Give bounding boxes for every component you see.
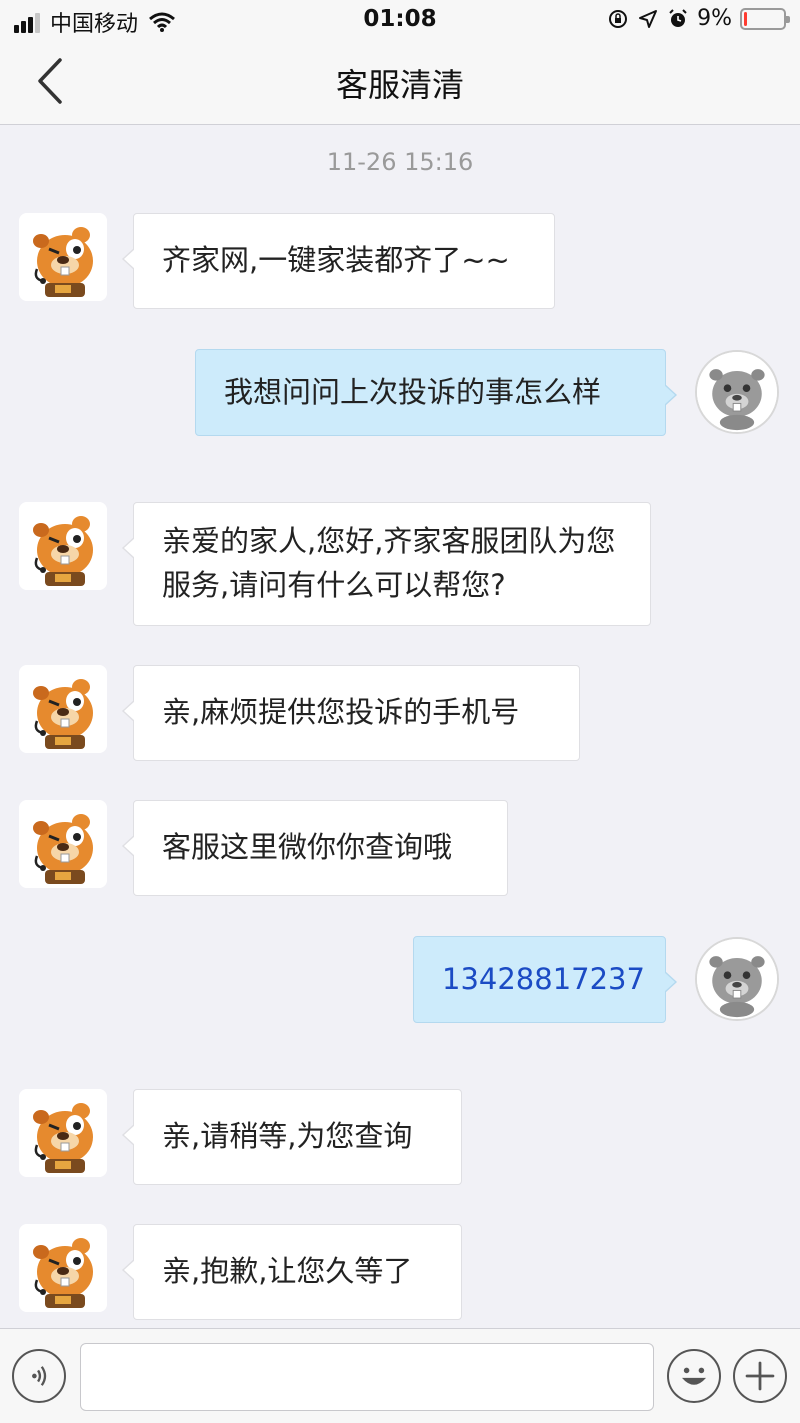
page-title: 客服清清 (335, 66, 464, 104)
status-bar: 中国移动 01:08 9% (0, 0, 800, 40)
beaver-mascot-icon (19, 502, 107, 590)
alarm-icon (669, 8, 687, 27)
input-bar (0, 1328, 800, 1423)
message-text: 亲,麻烦提供您投诉的手机号 (162, 695, 520, 729)
gray-beaver-icon (697, 352, 777, 432)
battery-percent: 9% (697, 6, 732, 31)
status-right: 9% (607, 6, 790, 31)
orientation-lock-icon (609, 9, 628, 28)
message-text: 我想问问上次投诉的事怎么样 (224, 375, 602, 409)
voice-button[interactable] (12, 1349, 66, 1403)
agent-avatar[interactable] (19, 502, 107, 590)
agent-avatar[interactable] (19, 665, 107, 753)
chat-timestamp: 11-26 15:16 (326, 148, 474, 176)
agent-avatar[interactable] (19, 1089, 107, 1177)
plus-button[interactable] (733, 1349, 787, 1403)
nav-bar: 客服清清 (0, 40, 800, 125)
emoji-button[interactable] (667, 1349, 721, 1403)
message-bubble-incoming[interactable]: 亲爱的家人,您好,齐家客服团队为您服务,请问有什么可以帮您? (122, 502, 651, 626)
message-bubble-incoming[interactable]: 亲,抱歉,让您久等了 (122, 1224, 462, 1320)
message-bubble-incoming[interactable]: 亲,请稍等,为您查询 (122, 1089, 462, 1185)
message-text: 亲,请稍等,为您查询 (162, 1119, 413, 1153)
battery-icon (740, 7, 790, 30)
beaver-mascot-icon (19, 1224, 107, 1312)
gray-beaver-icon (697, 939, 777, 1019)
phone-number-link[interactable]: 13428817237 (442, 962, 645, 996)
message-bubble-incoming[interactable]: 齐家网,一键家装都齐了~~ (122, 213, 555, 309)
beaver-mascot-icon (19, 213, 107, 301)
beaver-mascot-icon (19, 800, 107, 888)
agent-avatar[interactable] (19, 213, 107, 301)
location-arrow-icon (639, 9, 658, 28)
user-avatar[interactable] (695, 937, 779, 1021)
agent-avatar[interactable] (19, 1224, 107, 1312)
message-bubble-outgoing[interactable]: 我想问问上次投诉的事怎么样 (195, 349, 677, 436)
message-text: 亲爱的家人,您好,齐家客服团队为您服务,请问有什么可以帮您? (162, 524, 616, 602)
message-input[interactable] (80, 1343, 654, 1411)
voice-icon (32, 1366, 47, 1386)
message-text: 齐家网,一键家装都齐了~~ (162, 243, 510, 277)
message-bubble-incoming[interactable]: 客服这里微你你查询哦 (122, 800, 508, 896)
chat-list[interactable]: 11-26 15:16 齐家网,一键家装都齐了~~ 我想问问上次投诉的事怎么样 (0, 126, 800, 1328)
emoji-icon (681, 1367, 707, 1385)
message-bubble-outgoing[interactable]: 13428817237 (413, 936, 677, 1023)
message-text: 亲,抱歉,让您久等了 (162, 1254, 413, 1288)
agent-avatar[interactable] (19, 800, 107, 888)
plus-icon (745, 1361, 775, 1391)
beaver-mascot-icon (19, 1089, 107, 1177)
beaver-mascot-icon (19, 665, 107, 753)
message-bubble-incoming[interactable]: 亲,麻烦提供您投诉的手机号 (122, 665, 580, 761)
battery-fill (744, 11, 747, 26)
message-text: 客服这里微你你查询哦 (162, 830, 453, 864)
user-avatar[interactable] (695, 350, 779, 434)
